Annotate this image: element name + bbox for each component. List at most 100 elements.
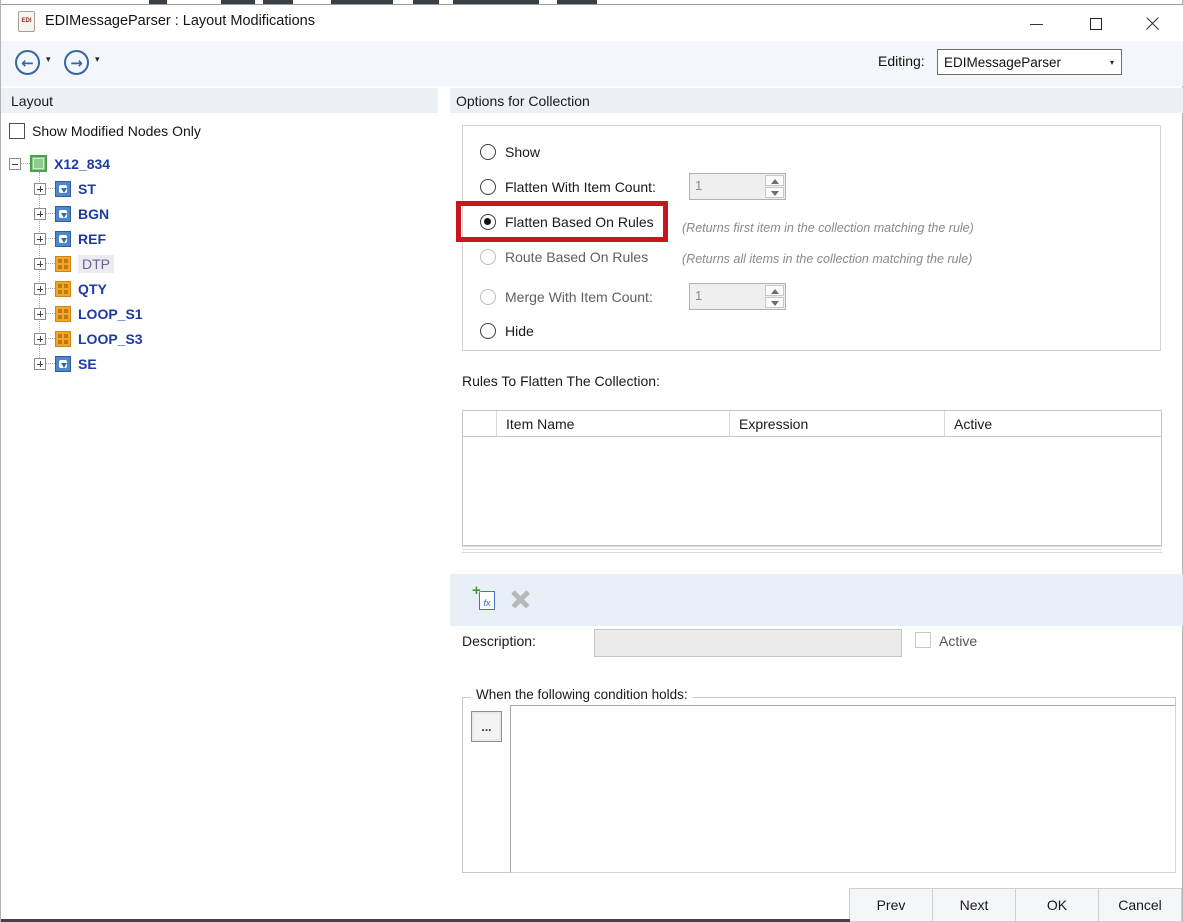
ok-button[interactable]: OK <box>1015 888 1099 922</box>
cancel-button[interactable]: Cancel <box>1098 888 1182 922</box>
layout-tree: X12_834 ST BGN REF DTP <box>1 151 431 376</box>
description-input[interactable] <box>594 629 902 657</box>
tree-node-st[interactable]: ST <box>1 176 431 201</box>
radio-flatten-with-item-count[interactable]: Flatten With Item Count: <box>480 179 656 195</box>
expand-icon[interactable] <box>34 333 46 345</box>
layout-modifications-window: EDI EDIMessageParser : Layout Modificati… <box>0 0 1183 922</box>
expand-icon[interactable] <box>34 358 46 370</box>
condition-textarea[interactable] <box>510 705 1176 873</box>
prev-button[interactable]: Prev <box>849 888 933 922</box>
forward-arrow-icon: → <box>70 54 83 72</box>
tree-node-loop-s3[interactable]: LOOP_S3 <box>1 326 431 351</box>
editing-label: Editing: <box>878 53 925 69</box>
layout-panel-header: Layout <box>1 88 438 113</box>
flatten-item-count-spinner: 1 <box>689 173 786 200</box>
expand-icon[interactable] <box>34 308 46 320</box>
editing-combobox-value: EDIMessageParser <box>938 55 1110 70</box>
titlebar: EDI EDIMessageParser : Layout Modificati… <box>1 5 1183 41</box>
route-rules-note: (Returns all items in the collection mat… <box>682 252 972 266</box>
condition-groupbox-title: When the following condition holds: <box>471 687 693 702</box>
collection-options-group: Show Flatten With Item Count: 1 Flatten … <box>462 125 1161 351</box>
radio-merge-with-item-count[interactable]: Merge With Item Count: <box>480 289 653 305</box>
radio-icon[interactable] <box>480 323 496 339</box>
column-header-expression: Expression <box>730 411 945 436</box>
spinner-up-icon[interactable] <box>765 285 784 296</box>
back-button[interactable]: ← <box>15 50 40 75</box>
radio-show[interactable]: Show <box>480 144 540 160</box>
tree-node-x12-834[interactable]: X12_834 <box>1 151 431 176</box>
expand-icon[interactable] <box>34 258 46 270</box>
segment-node-icon <box>55 206 71 222</box>
tree-node-se[interactable]: SE <box>1 351 431 376</box>
tree-node-loop-s1[interactable]: LOOP_S1 <box>1 301 431 326</box>
show-modified-nodes-row[interactable]: Show Modified Nodes Only <box>9 123 201 139</box>
radio-flatten-based-on-rules[interactable]: Flatten Based On Rules <box>480 214 654 230</box>
radio-icon-disabled <box>480 289 496 305</box>
tree-node-qty[interactable]: QTY <box>1 276 431 301</box>
show-modified-label: Show Modified Nodes Only <box>32 123 201 139</box>
merge-item-count-spinner: 1 <box>689 283 786 310</box>
row-selector-column-header <box>463 411 497 436</box>
footer-buttons: Prev Next OK Cancel <box>849 888 1182 922</box>
minimize-icon <box>1030 24 1043 25</box>
tree-node-dtp[interactable]: DTP <box>1 251 431 276</box>
navigation-toolbar: ← ▾ → ▾ Editing: EDIMessageParser ▾ <box>1 41 1183 86</box>
minimize-button[interactable] <box>1019 11 1053 37</box>
column-header-item-name: Item Name <box>497 411 730 436</box>
radio-hide[interactable]: Hide <box>480 323 534 339</box>
tree-node-ref[interactable]: REF <box>1 226 431 251</box>
show-modified-checkbox[interactable] <box>9 123 25 139</box>
radio-icon[interactable] <box>480 179 496 195</box>
segment-node-icon <box>55 231 71 247</box>
flatten-rules-note: (Returns first item in the collection ma… <box>682 221 974 235</box>
spinner-value: 1 <box>690 174 764 199</box>
rules-grid[interactable]: Item Name Expression Active <box>462 410 1162 546</box>
collection-node-icon <box>55 331 71 347</box>
back-arrow-icon: ← <box>21 54 34 72</box>
spinner-value: 1 <box>690 284 764 309</box>
combobox-caret-icon: ▾ <box>1110 58 1121 67</box>
options-panel-header: Options for Collection <box>450 88 1183 113</box>
expand-icon[interactable] <box>34 183 46 195</box>
segment-node-icon <box>55 181 71 197</box>
message-node-icon <box>30 155 47 172</box>
tree-node-bgn[interactable]: BGN <box>1 201 431 226</box>
expand-icon[interactable] <box>34 283 46 295</box>
plus-icon: + <box>472 582 481 599</box>
condition-ellipsis-button[interactable]: ... <box>471 711 502 742</box>
active-checkbox[interactable] <box>915 632 931 648</box>
spinner-up-icon[interactable] <box>765 175 784 186</box>
rules-grid-header: Item Name Expression Active <box>463 411 1161 437</box>
collection-node-icon <box>55 256 71 272</box>
spinner-down-icon[interactable] <box>765 187 784 198</box>
forward-button[interactable]: → <box>64 50 89 75</box>
window-title: EDIMessageParser : Layout Modifications <box>45 13 315 29</box>
next-button[interactable]: Next <box>932 888 1016 922</box>
back-dropdown-caret-icon[interactable]: ▾ <box>46 55 51 65</box>
expand-icon[interactable] <box>34 208 46 220</box>
active-checkbox-label: Active <box>939 633 977 649</box>
rules-grid-scrollbar[interactable] <box>462 546 1162 556</box>
rules-section-title: Rules To Flatten The Collection: <box>462 373 660 389</box>
rule-toolbar: fx + <box>450 574 1183 626</box>
radio-icon-disabled <box>480 249 496 265</box>
radio-icon[interactable] <box>480 144 496 160</box>
delete-rule-button[interactable] <box>508 587 532 611</box>
description-label: Description: <box>462 633 536 649</box>
radio-icon-selected[interactable] <box>480 214 496 230</box>
editing-combobox[interactable]: EDIMessageParser ▾ <box>937 49 1122 75</box>
collection-node-icon <box>55 281 71 297</box>
maximize-button[interactable] <box>1079 11 1113 37</box>
collection-node-icon <box>55 306 71 322</box>
expand-icon[interactable] <box>34 233 46 245</box>
close-button[interactable] <box>1135 11 1169 37</box>
segment-node-icon <box>55 356 71 372</box>
collapse-icon[interactable] <box>9 158 21 170</box>
add-rule-button[interactable]: fx + <box>473 586 499 612</box>
spinner-down-icon[interactable] <box>765 297 784 308</box>
fx-rule-icon: fx <box>479 591 495 610</box>
forward-dropdown-caret-icon[interactable]: ▾ <box>95 55 100 65</box>
column-header-active: Active <box>945 411 1161 436</box>
radio-route-based-on-rules[interactable]: Route Based On Rules <box>480 249 648 265</box>
maximize-icon <box>1090 18 1102 30</box>
